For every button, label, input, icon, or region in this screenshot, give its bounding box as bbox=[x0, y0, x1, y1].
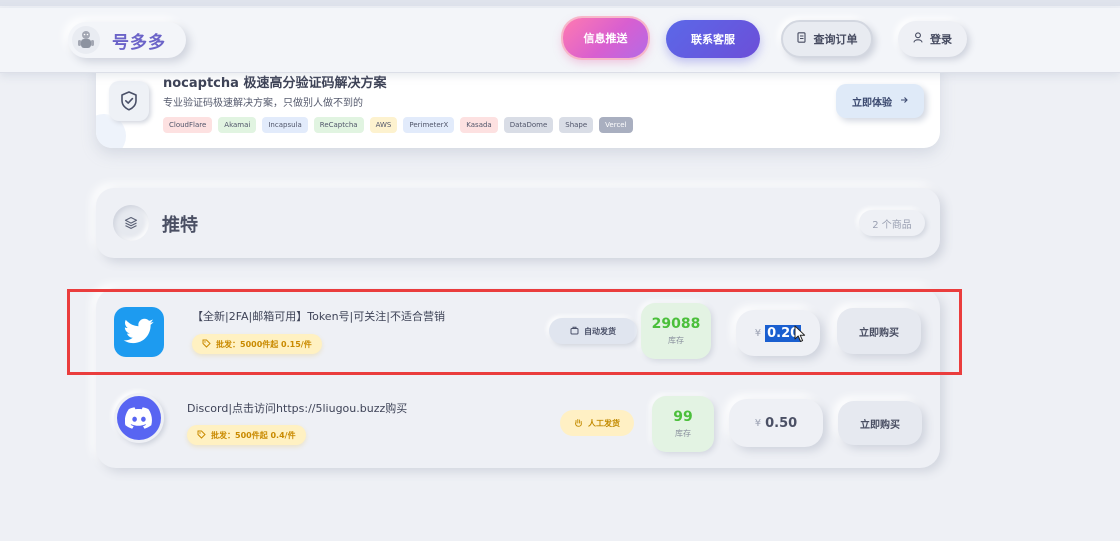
promo-title: nocaptcha 极速高分验证码解决方案 bbox=[163, 76, 387, 91]
document-icon bbox=[796, 32, 807, 46]
product-list: 【全新|2FA|邮箱可用】Token号|可关注|不适合营销 批发：5000件起 … bbox=[96, 288, 940, 468]
price-box[interactable]: ¥ 0.50 bbox=[729, 399, 823, 447]
price-box[interactable]: ¥ 0.20 bbox=[736, 310, 820, 356]
shipping-text: 自动发货 bbox=[584, 326, 616, 336]
buy-now-button[interactable]: 立即购买 bbox=[838, 401, 922, 445]
mascot-icon bbox=[72, 26, 100, 54]
product-row: Discord|点击访问https://5liugou.buzz购买 批发：50… bbox=[96, 374, 940, 460]
promo-description: 专业验证码极速解决方案，只做别人做不到的 bbox=[163, 98, 363, 109]
push-notification-button[interactable]: 信息推送 bbox=[563, 18, 648, 58]
price-value: 0.50 bbox=[765, 415, 798, 431]
arrow-right-icon bbox=[900, 96, 908, 107]
stock-label: 库存 bbox=[675, 429, 691, 438]
brand-name: 号多多 bbox=[112, 32, 166, 53]
discord-icon bbox=[114, 393, 164, 443]
product-row: 【全新|2FA|邮箱可用】Token号|可关注|不适合营销 批发：5000件起 … bbox=[96, 288, 940, 374]
service-label: 联系客服 bbox=[691, 33, 735, 46]
shipping-text: 人工发货 bbox=[588, 418, 620, 428]
text-cursor-icon bbox=[794, 325, 806, 347]
shield-check-icon bbox=[109, 81, 149, 121]
stock-count: 29088 bbox=[651, 316, 701, 332]
currency-symbol: ¥ bbox=[754, 417, 762, 429]
product-count-badge: 2 个商品 bbox=[859, 210, 925, 236]
push-label: 信息推送 bbox=[583, 32, 628, 45]
user-icon bbox=[913, 32, 923, 46]
tag-datadome: DataDome bbox=[503, 117, 554, 133]
twitter-bird-icon bbox=[114, 307, 164, 357]
contact-service-button[interactable]: 联系客服 bbox=[666, 20, 760, 58]
buy-now-button[interactable]: 立即购买 bbox=[837, 308, 921, 354]
wholesale-text: 批发：500件起 0.4/件 bbox=[211, 430, 296, 440]
discord-badge bbox=[117, 396, 161, 440]
tag-vercel: Vercel bbox=[599, 117, 633, 133]
tag-icon bbox=[197, 430, 206, 441]
tag-incapsula: Incapsula bbox=[262, 117, 308, 133]
stock-box: 29088 库存 bbox=[641, 303, 711, 359]
login-label: 登录 bbox=[930, 33, 952, 46]
category-title: 推特 bbox=[162, 215, 198, 236]
category-header: 推特 2 个商品 bbox=[96, 188, 940, 258]
try-now-label: 立即体验 bbox=[852, 97, 892, 109]
currency-symbol: ¥ bbox=[754, 327, 762, 339]
package-icon bbox=[570, 326, 579, 337]
site-header: 号多多 信息推送 联系客服 查询订单 登录 bbox=[0, 8, 1120, 73]
manual-delivery-badge: 人工发货 bbox=[560, 410, 634, 436]
product-name[interactable]: 【全新|2FA|邮箱可用】Token号|可关注|不适合营销 bbox=[192, 308, 445, 324]
wholesale-badge: 批发：5000件起 0.15/件 bbox=[192, 334, 322, 354]
wholesale-badge: 批发：500件起 0.4/件 bbox=[187, 425, 306, 445]
nocaptcha-promo-card: nocaptcha 极速高分验证码解决方案 专业验证码极速解决方案，只做别人做不… bbox=[96, 60, 940, 148]
tag-perimeterx: PerimeterX bbox=[403, 117, 455, 133]
try-now-button[interactable]: 立即体验 bbox=[836, 84, 924, 118]
tag-recaptcha: ReCaptcha bbox=[313, 117, 364, 133]
query-order-button[interactable]: 查询订单 bbox=[781, 20, 873, 58]
tag-shape: Shape bbox=[559, 117, 594, 133]
login-button[interactable]: 登录 bbox=[898, 21, 967, 57]
tag-kasada: Kasada bbox=[460, 117, 498, 133]
brand-logo[interactable]: 号多多 bbox=[68, 22, 186, 58]
hand-icon bbox=[574, 418, 583, 429]
product-name[interactable]: Discord|点击访问https://5liugou.buzz购买 bbox=[187, 400, 407, 416]
tag-aws: AWS bbox=[369, 117, 398, 133]
tag-cloudflare: CloudFlare bbox=[163, 117, 213, 133]
tag-akamai: Akamai bbox=[218, 117, 257, 133]
stock-box: 99 库存 bbox=[652, 396, 714, 452]
provider-tags: CloudFlare Akamai Incapsula ReCaptcha AW… bbox=[163, 117, 633, 133]
layers-icon bbox=[113, 205, 149, 241]
query-label: 查询订单 bbox=[813, 33, 858, 46]
top-strip bbox=[0, 0, 1120, 6]
auto-delivery-badge: 自动发货 bbox=[549, 318, 637, 344]
stock-count: 99 bbox=[673, 409, 693, 425]
wholesale-text: 批发：5000件起 0.15/件 bbox=[216, 339, 312, 349]
stock-label: 库存 bbox=[668, 336, 684, 345]
tag-icon bbox=[202, 339, 211, 350]
